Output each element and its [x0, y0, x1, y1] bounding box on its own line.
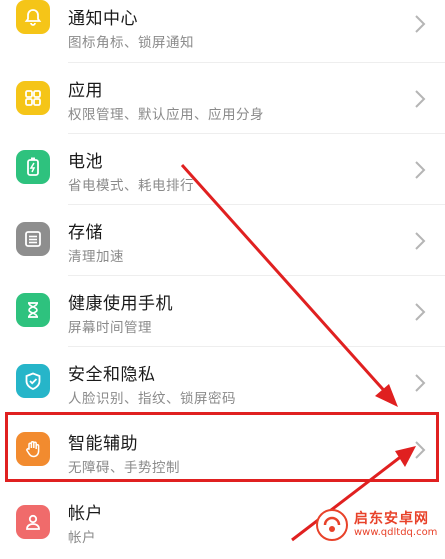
settings-item-notification-center[interactable]: 通知中心 图标角标、锁屏通知 [0, 0, 445, 62]
watermark-name: 启东安卓网 [354, 510, 429, 527]
settings-item-subtitle: 人脸识别、指纹、锁屏密码 [68, 391, 236, 407]
chevron-right-icon [415, 374, 426, 392]
settings-item-subtitle: 屏幕时间管理 [68, 320, 152, 336]
settings-item-title: 通知中心 [68, 9, 138, 29]
storage-icon [16, 222, 50, 256]
settings-item-title: 健康使用手机 [68, 294, 173, 314]
settings-item-subtitle: 图标角标、锁屏通知 [68, 35, 194, 51]
account-icon [16, 505, 50, 539]
settings-item-title: 帐户 [68, 504, 103, 524]
watermark-url: www.qdltdq.com [354, 527, 438, 539]
highlight-box [5, 412, 439, 482]
watermark: 启东安卓网 www.qdltdq.com [316, 506, 442, 544]
settings-item-digital-balance[interactable]: 健康使用手机 屏幕时间管理 [0, 276, 445, 346]
chevron-right-icon [415, 303, 426, 321]
settings-item-apps[interactable]: 应用 权限管理、默认应用、应用分身 [0, 63, 445, 133]
settings-item-subtitle: 省电模式、耗电排行 [68, 178, 194, 194]
chevron-right-icon [415, 15, 426, 33]
settings-item-title: 电池 [68, 152, 103, 172]
chevron-right-icon [415, 161, 426, 179]
settings-item-storage[interactable]: 存储 清理加速 [0, 205, 445, 275]
settings-item-title: 存储 [68, 223, 103, 243]
apps-grid-icon [16, 81, 50, 115]
settings-item-title: 安全和隐私 [68, 365, 156, 385]
bell-icon [16, 0, 50, 34]
shield-icon [16, 364, 50, 398]
chevron-right-icon [415, 232, 426, 250]
settings-item-title: 应用 [68, 81, 103, 101]
watermark-logo-icon [316, 509, 348, 541]
settings-item-subtitle: 清理加速 [68, 249, 124, 265]
battery-icon [16, 150, 50, 184]
hourglass-icon [16, 293, 50, 327]
settings-item-security-privacy[interactable]: 安全和隐私 人脸识别、指纹、锁屏密码 [0, 347, 445, 417]
settings-item-battery[interactable]: 电池 省电模式、耗电排行 [0, 134, 445, 204]
chevron-right-icon [415, 90, 426, 108]
settings-item-subtitle: 权限管理、默认应用、应用分身 [68, 107, 264, 123]
settings-item-subtitle: 帐户 [68, 530, 96, 546]
